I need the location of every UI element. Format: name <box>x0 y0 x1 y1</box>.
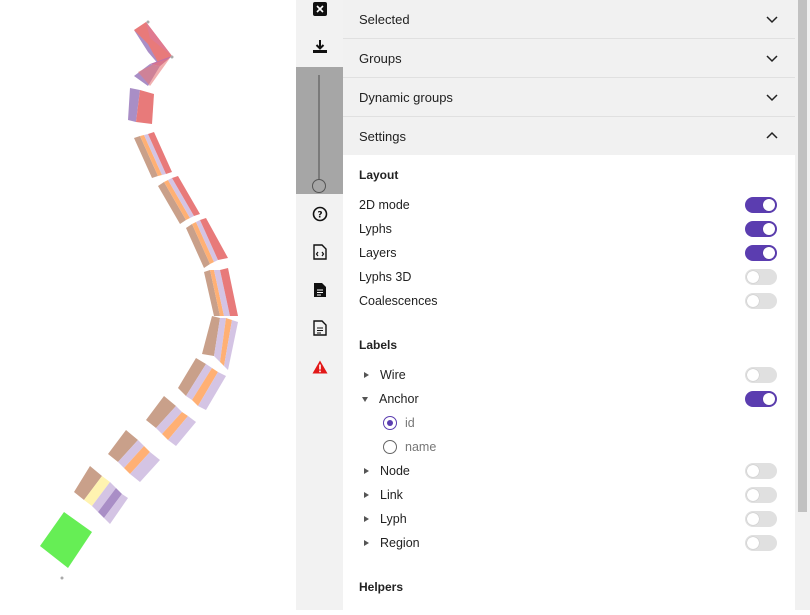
chevron-down-icon <box>766 55 778 63</box>
accordion-selected[interactable]: Selected <box>343 0 795 39</box>
layout-layers-label: Layers <box>359 246 397 260</box>
anchor-option-id[interactable]: id <box>383 411 415 435</box>
layout-lyphs-label: Lyphs <box>359 222 392 236</box>
layout-lyphs-3d-label: Lyphs 3D <box>359 270 412 284</box>
code-file-icon <box>312 244 327 260</box>
download-button[interactable] <box>296 28 343 66</box>
toggle-link[interactable] <box>745 487 777 503</box>
settings-panel: Selected Groups Dynamic groups Settings … <box>343 0 795 610</box>
radio-id[interactable] <box>383 416 397 430</box>
labels-row-link: Link <box>359 483 777 507</box>
scrollbar-thumb[interactable] <box>798 0 807 512</box>
anchor-option-name-label: name <box>405 440 437 454</box>
labels-link-label: Link <box>380 488 403 502</box>
accordion-groups[interactable]: Groups <box>343 39 795 78</box>
download-icon <box>312 39 328 55</box>
labels-row-anchor: Anchor <box>359 387 777 411</box>
chevron-down-icon <box>766 16 778 24</box>
layout-coalescences-label: Coalescences <box>359 294 438 308</box>
anchor-option-id-label: id <box>405 416 415 430</box>
lyph-segment-1[interactable] <box>134 132 172 178</box>
layout-row-lyphs: Lyphs <box>359 217 777 241</box>
expand-triangle-icon[interactable] <box>364 516 369 522</box>
lyph-segment-4[interactable] <box>204 268 238 316</box>
zoom-slider-thumb[interactable] <box>312 179 326 193</box>
labels-lyph-label: Lyph <box>380 512 407 526</box>
layout-2d-mode-label: 2D mode <box>359 198 410 212</box>
svg-text:?: ? <box>317 211 322 221</box>
lyph-segment-8[interactable] <box>108 430 160 482</box>
lyph-segment-6[interactable] <box>178 358 226 410</box>
collapse-triangle-icon[interactable] <box>362 396 368 402</box>
expand-triangle-icon[interactable] <box>364 540 369 546</box>
toggle-lyph[interactable] <box>745 511 777 527</box>
labels-anchor-label: Anchor <box>379 392 419 406</box>
accordion-dynamic-groups-label: Dynamic groups <box>359 89 453 105</box>
text-document-icon <box>312 320 327 336</box>
lyph-graph[interactable] <box>0 0 296 610</box>
accordion-settings-label: Settings <box>359 128 406 144</box>
lyph-segment-7[interactable] <box>146 396 196 446</box>
labels-row-wire: Wire <box>359 363 777 387</box>
toggle-region[interactable] <box>745 535 777 551</box>
close-button[interactable] <box>296 0 343 18</box>
panel-scrollbar[interactable] <box>795 0 810 610</box>
zoom-slider-track <box>318 75 320 187</box>
toggle-lyphs[interactable] <box>745 221 777 237</box>
region-green[interactable] <box>40 512 92 568</box>
chevron-down-icon <box>766 94 778 102</box>
toggle-anchor[interactable] <box>745 391 777 407</box>
toggle-layers[interactable] <box>745 245 777 261</box>
lyph-box[interactable] <box>128 88 154 124</box>
close-icon <box>312 2 327 16</box>
warning-icon <box>312 360 328 374</box>
lyph-segment-3[interactable] <box>186 218 228 268</box>
radio-name[interactable] <box>383 440 397 454</box>
help-icon: ? <box>312 206 328 222</box>
layout-row-layers: Layers <box>359 241 777 265</box>
warning-button[interactable] <box>296 348 343 386</box>
toggle-node[interactable] <box>745 463 777 479</box>
document-icon <box>313 282 327 298</box>
lyph-segment-5[interactable] <box>202 316 238 370</box>
labels-section-title: Labels <box>359 338 398 352</box>
labels-row-node: Node <box>359 459 777 483</box>
layout-row-2d-mode: 2D mode <box>359 193 777 217</box>
toggle-lyphs-3d[interactable] <box>745 269 777 285</box>
code-file-button[interactable] <box>296 233 343 271</box>
toggle-2d-mode[interactable] <box>745 197 777 213</box>
toggle-coalescences[interactable] <box>745 293 777 309</box>
labels-node-label: Node <box>380 464 410 478</box>
helpers-section-title: Helpers <box>359 580 404 594</box>
expand-triangle-icon[interactable] <box>364 468 369 474</box>
expand-triangle-icon[interactable] <box>364 372 369 378</box>
lyph-top-chevron[interactable] <box>134 22 172 86</box>
labels-row-region: Region <box>359 531 777 555</box>
expand-triangle-icon[interactable] <box>364 492 369 498</box>
accordion-groups-label: Groups <box>359 50 402 66</box>
text-document-button[interactable] <box>296 309 343 347</box>
graph-canvas[interactable] <box>0 0 296 610</box>
toolbar: ? <box>296 0 343 610</box>
help-button[interactable]: ? <box>296 195 343 233</box>
labels-row-lyph: Lyph <box>359 507 777 531</box>
accordion-settings[interactable]: Settings <box>343 117 795 155</box>
accordion-dynamic-groups[interactable]: Dynamic groups <box>343 78 795 117</box>
zoom-slider[interactable] <box>296 67 343 194</box>
chevron-up-icon <box>766 131 778 139</box>
lyph-segment-2[interactable] <box>158 176 200 224</box>
layout-row-coalescences: Coalescences <box>359 289 777 313</box>
layout-row-lyphs-3d: Lyphs 3D <box>359 265 777 289</box>
toggle-wire[interactable] <box>745 367 777 383</box>
anchor-option-name[interactable]: name <box>383 435 436 459</box>
labels-wire-label: Wire <box>380 368 406 382</box>
lyph-segment-9[interactable] <box>74 466 128 524</box>
accordion-selected-label: Selected <box>359 11 410 27</box>
layout-section-title: Layout <box>359 168 399 182</box>
labels-region-label: Region <box>380 536 420 550</box>
document-button[interactable] <box>296 271 343 309</box>
